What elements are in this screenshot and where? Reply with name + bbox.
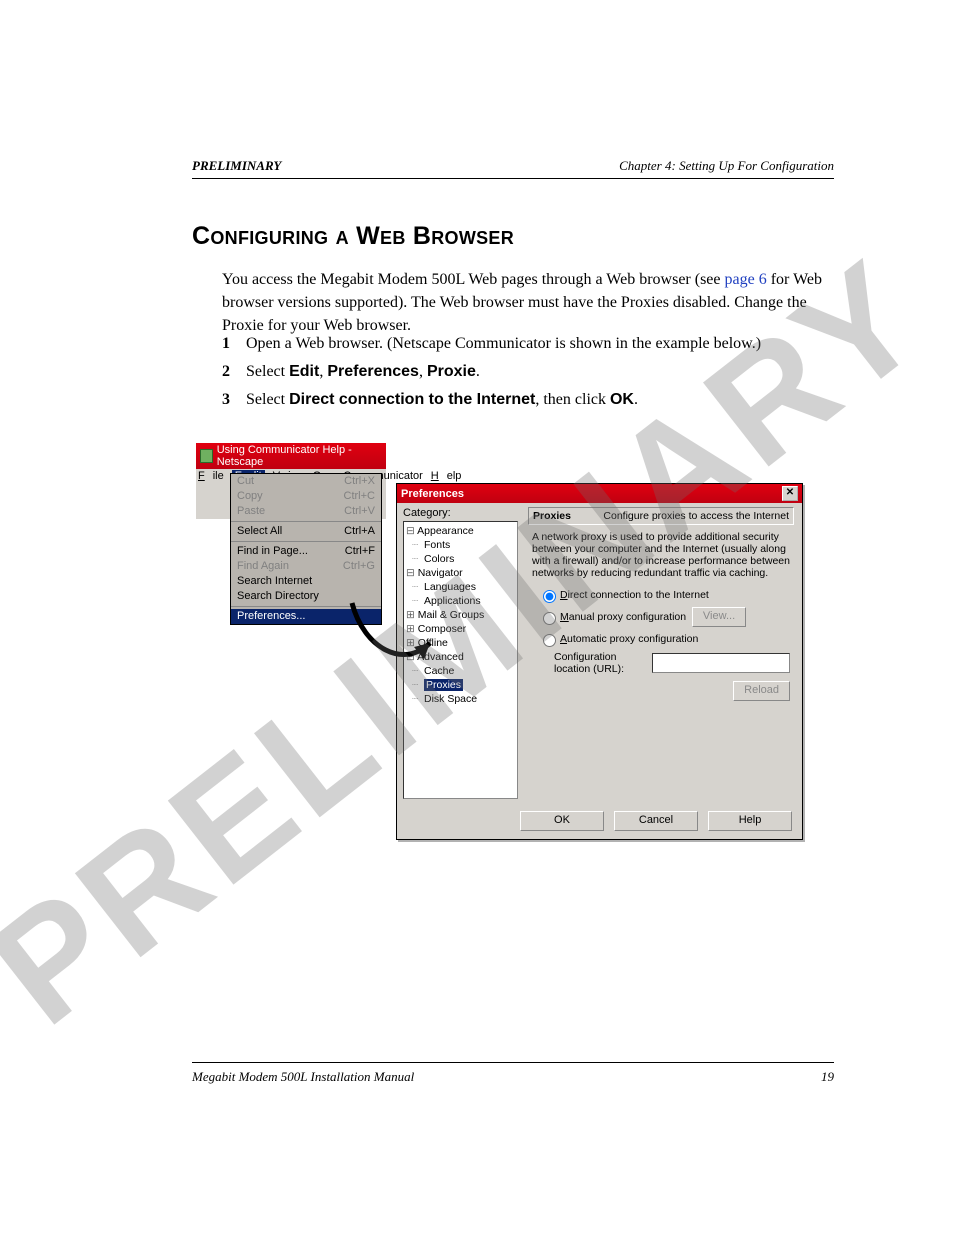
reload-button: Reload <box>733 681 790 701</box>
page-6-link[interactable]: page 6 <box>725 271 767 288</box>
tree-proxies[interactable]: Proxies <box>406 678 515 692</box>
netscape-titlebar: Using Communicator Help - Netscape <box>196 443 386 469</box>
page-footer: Megabit Modem 500L Installation Manual 1… <box>192 1062 834 1085</box>
ok-button[interactable]: OK <box>520 811 604 831</box>
help-button[interactable]: Help <box>708 811 792 831</box>
netscape-window: Using Communicator Help - Netscape File … <box>196 443 386 519</box>
step-3: 3 Select Direct connection to the Intern… <box>222 391 834 409</box>
menu-paste: PasteCtrl+V <box>231 504 381 519</box>
menu-search-internet[interactable]: Search Internet <box>231 574 381 589</box>
step-1-text: Open a Web browser. (Netscape Communicat… <box>246 335 834 353</box>
menu-find-again: Find AgainCtrl+G <box>231 559 381 574</box>
tree-languages[interactable]: Languages <box>406 580 515 594</box>
tree-colors[interactable]: Colors <box>406 552 515 566</box>
preferences-title: Preferences <box>401 488 464 500</box>
netscape-icon <box>200 449 213 463</box>
view-button: View... <box>692 607 746 627</box>
panel-subtitle: Configure proxies to access the Internet <box>603 510 789 522</box>
tree-navigator[interactable]: Navigator <box>406 566 515 580</box>
config-url-label: Configuration location (URL): <box>554 651 648 675</box>
proxy-blurb: A network proxy is used to provide addit… <box>532 531 790 579</box>
menu-select-all[interactable]: Select AllCtrl+A <box>231 524 381 539</box>
radio-auto[interactable]: Automatic proxy configuration <box>538 631 790 647</box>
radio-direct[interactable]: Direct connection to the Internet <box>538 587 790 603</box>
step-3-text: Select Direct connection to the Internet… <box>246 391 834 409</box>
radio-auto-input[interactable] <box>543 634 556 647</box>
preferences-dialog: Preferences ✕ Category: Appearance Fonts… <box>396 483 803 840</box>
menu-help[interactable]: Help <box>431 470 462 482</box>
panel-header: Proxies Configure proxies to access the … <box>528 507 794 525</box>
netscape-title: Using Communicator Help - Netscape <box>217 444 382 468</box>
step-2-text: Select Edit, Preferences, Proxie. <box>246 363 834 381</box>
cancel-button[interactable]: Cancel <box>614 811 698 831</box>
header-right: Chapter 4: Setting Up For Configuration <box>619 158 834 174</box>
preferences-titlebar: Preferences ✕ <box>397 484 802 503</box>
tree-disk[interactable]: Disk Space <box>406 692 515 706</box>
section-title: Configuring a Web Browser <box>192 222 514 251</box>
arrow-annotation <box>344 599 444 679</box>
dialog-buttons: OK Cancel Help <box>397 805 802 839</box>
close-button[interactable]: ✕ <box>782 486 798 501</box>
radio-manual[interactable]: Manual proxy configuration View... <box>538 607 790 627</box>
category-label: Category: <box>403 507 518 519</box>
embedded-screenshot: Using Communicator Help - Netscape File … <box>196 443 802 519</box>
menu-copy: CopyCtrl+C <box>231 489 381 504</box>
footer-page-number: 19 <box>821 1069 834 1085</box>
menu-find[interactable]: Find in Page...Ctrl+F <box>231 544 381 559</box>
header-left: PRELIMINARY <box>192 158 281 174</box>
menu-cut: CutCtrl+X <box>231 474 381 489</box>
footer-left: Megabit Modem 500L Installation Manual <box>192 1069 414 1085</box>
page-header: PRELIMINARY Chapter 4: Setting Up For Co… <box>192 158 834 179</box>
step-2: 2 Select Edit, Preferences, Proxie. <box>222 363 834 381</box>
tree-appearance[interactable]: Appearance <box>406 524 515 538</box>
menu-file[interactable]: File <box>198 470 224 482</box>
radio-manual-input[interactable] <box>543 612 556 625</box>
step-1: 1 Open a Web browser. (Netscape Communic… <box>222 335 834 353</box>
config-url-row: Configuration location (URL): <box>554 651 790 675</box>
radio-direct-input[interactable] <box>543 590 556 603</box>
intro-paragraph: You access the Megabit Modem 500L Web pa… <box>222 268 834 338</box>
panel-title: Proxies <box>533 510 571 522</box>
config-url-input[interactable] <box>652 653 790 673</box>
tree-fonts[interactable]: Fonts <box>406 538 515 552</box>
steps-list: 1 Open a Web browser. (Netscape Communic… <box>222 335 834 419</box>
intro-pre: You access the Megabit Modem 500L Web pa… <box>222 271 725 288</box>
